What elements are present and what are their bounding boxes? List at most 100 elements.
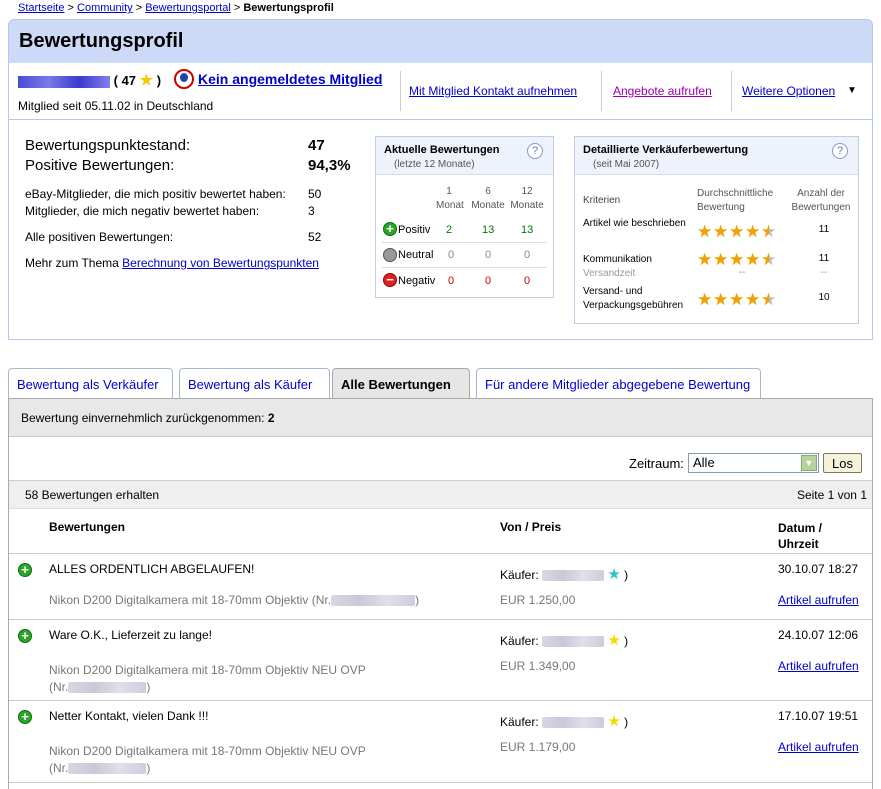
seller-rating-header: Detaillierte Verkäuferbewertung (seit Ma… [575,137,858,175]
star-icon: ★ ★ [729,222,745,241]
points-value: 47 [308,137,325,154]
feedback-panel: Bewertung einvernehmlich zurückgenommen:… [8,398,873,789]
star-icon: ★ ★ [745,222,761,241]
help-icon[interactable]: ? [832,143,848,159]
recent-feedback-header: Aktuelle Bewertungen (letzte 12 Monate) … [376,137,553,175]
go-button[interactable]: Los [823,453,862,473]
breadcrumb-home[interactable]: Startseite [18,2,64,14]
view-item-link[interactable]: Artikel aufrufen [778,740,859,754]
period-value: Alle [693,455,715,470]
recent-row-neutral: Neutral 0 0 0 [382,243,547,268]
tab-all-feedback[interactable]: Alle Bewertungen [332,368,470,399]
view-offers-link[interactable]: Angebote aufrufen [613,84,712,98]
star-icon: ★ ★ [761,222,777,241]
star-icon: ★ ★ [729,250,745,269]
contact-member-link[interactable]: Mit Mitglied Kontakt aufnehmen [409,84,577,98]
page-title: Bewertungsprofil [19,30,184,52]
breadcrumb-current: Bewertungsprofil [243,2,334,14]
plus-icon: + [383,222,397,236]
buyer-label: Käufer: [500,715,539,729]
cell: 0 [448,275,455,287]
rating-count: 11 [818,224,830,235]
no-rating: -- [738,267,746,278]
plus-icon: + [18,710,32,724]
feedback-row: + Netter Kontakt, vielen Dank !!! Nikon … [9,701,872,783]
seller-rating-row: Kommunikation ★ ★ ★ ★ ★ ★ ★ ★ ★ ★ 11 [583,251,853,268]
item-title: Nikon D200 Digitalkamera mit 18-70mm Obj… [49,744,366,775]
star-icon: ★ ★ [697,250,713,269]
item-title: Nikon D200 Digitalkamera mit 18-70mm Obj… [49,663,366,694]
star-icon: ★ ★ [745,290,761,309]
feedback-score: ( 47 [113,73,137,88]
help-icon[interactable]: ? [527,143,543,159]
breadcrumb-community[interactable]: Community [77,2,133,14]
tab-as-buyer[interactable]: Bewertung als Käufer [179,368,330,398]
tab-left-for-others[interactable]: Für andere Mitglieder abgegebene Bewertu… [476,368,761,398]
seller-rating-title: Detaillierte Verkäuferbewertung [583,144,749,156]
page-indicator: Seite 1 von 1 [796,488,867,502]
filter-band: Zeitraum: Alle ▼ Los [9,437,872,481]
cell: 2 [446,224,453,236]
buyer-name-redacted[interactable] [542,717,605,729]
buyer-name-redacted[interactable] [542,636,605,648]
star-icon: ★ ★ [697,222,713,241]
buyer-name-redacted[interactable] [542,570,605,582]
chevron-down-icon[interactable]: ▼ [801,455,817,471]
withdrawn-count: 2 [267,411,275,425]
feedback-text: Netter Kontakt, vielen Dank !!! [49,709,209,723]
recent-feedback-title: Aktuelle Bewertungen [384,144,500,156]
seller-rating-subtitle: (seit Mai 2007) [593,159,660,170]
col-date: Datum / Uhrzeit [778,521,823,551]
cell: 0 [485,275,492,287]
list-summary: 58 Bewertungen erhalten Seite 1 von 1 [9,481,872,509]
yellow-star-icon: ★ [139,72,154,89]
user-id: ( 47 ★ ) [18,71,161,89]
more-options-link[interactable]: Weitere Optionen [742,84,835,98]
feedback-summary: Bewertungspunktestand: 47 Positive Bewer… [8,120,873,340]
positive-label: Positive Bewertungen: [25,157,175,174]
cell: 0 [524,249,531,261]
username-redacted[interactable] [18,75,110,88]
feedback-row: + ALLES ORDENTLICH ABGELAUFEN! Nikon D20… [9,554,872,620]
row-label: Positiv [398,224,431,236]
cell: 0 [448,249,455,261]
recent-feedback-subtitle: (letzte 12 Monate) [394,159,475,170]
rating-count: 10 [818,292,830,303]
feedback-row: + Ware O.K., Lieferzeit zu lange! Nikon … [9,620,872,701]
divider [400,71,401,111]
not-logged-in-link[interactable]: Kein angemeldetes Mitglied [198,71,382,87]
withdrawn-label: Bewertung einvernehmlich zurückgenommen: [21,411,265,425]
cell: 13 [521,224,534,236]
dropdown-arrow-icon[interactable]: ▼ [847,85,857,96]
points-calculation-link[interactable]: Berechnung von Bewertungspunkten [122,256,319,270]
buyer-info: Käufer: ★ ) [500,566,629,583]
user-bar: ( 47 ★ ) Kein angemeldetes Mitglied Mitg… [8,63,873,120]
view-item-link[interactable]: Artikel aufrufen [778,593,859,607]
star-rating: ★ ★ ★ ★ ★ ★ ★ ★ ★ ★ [697,251,787,268]
col-feedback: Bewertungen [49,520,126,534]
feedback-list: + ALLES ORDENTLICH ABGELAUFEN! Nikon D20… [9,554,872,783]
col-header: 12 Monate [510,186,544,211]
period-select[interactable]: Alle ▼ [688,453,819,473]
points-label: Bewertungspunktestand: [25,137,191,154]
recent-row-positive: + Positiv 2 13 13 [382,219,547,243]
seller-rating-row: Artikel wie beschrieben ★ ★ ★ ★ ★ ★ ★ ★ ★ ★ 11 [583,217,853,245]
plus-icon: + [18,563,32,577]
minus-icon: − [383,273,397,287]
breadcrumb-portal[interactable]: Bewertungsportal [145,2,231,14]
star-icon: ★ [607,632,621,649]
star-icon: ★ ★ [713,250,729,269]
star-icon: ★ [607,713,621,730]
page-header: Bewertungsprofil [8,19,873,63]
price: EUR 1.179,00 [500,740,576,754]
row-label: Negativ [398,275,436,287]
pos-members-value: 50 [308,187,322,201]
view-item-link[interactable]: Artikel aufrufen [778,659,859,673]
star-icon: ★ ★ [697,290,713,309]
tab-as-seller[interactable]: Bewertung als Verkäufer [8,368,173,398]
divider [731,71,732,111]
plus-icon: + [18,629,32,643]
withdrawn-info: Bewertung einvernehmlich zurückgenommen:… [21,411,275,425]
tab-bar: Bewertung als Verkäufer Bewertung als Kä… [8,368,873,399]
not-verified-icon [174,69,194,89]
